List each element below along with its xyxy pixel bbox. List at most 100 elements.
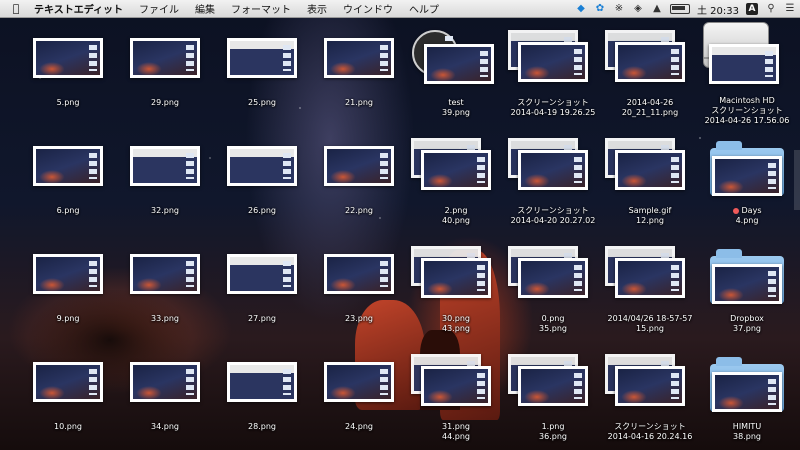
twitter-icon[interactable]: ✿ [594,3,606,15]
desktop-file-icon[interactable]: 2014-04-26 20_21_11.png [602,30,698,122]
image-preview-icon [421,150,491,190]
desktop-file-name: 9.png [56,314,80,323]
menu-file[interactable]: ファイル [139,1,179,16]
volume-icon[interactable]: ▲ [651,3,663,15]
desktop-file-icon[interactable]: HIMITU 38.png [699,354,795,446]
desktop-file-icon[interactable]: 1.png 36.png [505,354,601,446]
desktop-file-icon[interactable]: 28.png [214,354,310,446]
desktop-file-name: 2014-04-26 [626,98,674,107]
menu-help[interactable]: ヘルプ [409,1,439,16]
desktop-file-name: 6.png [56,206,80,215]
desktop-file-sublabel: 36.png [539,432,567,441]
desktop-file-sublabel: 2014-04-19 19.26.25 [510,108,596,117]
spotlight-icon[interactable]: ⚲ [765,3,777,15]
desktop-file-label: 9.png [20,314,116,324]
desktop-file-icon[interactable]: 27.png [214,246,310,338]
menu-app-name[interactable]: テキストエディット [34,1,123,16]
desktop-file-name: 33.png [151,314,179,323]
image-preview-icon [130,38,200,78]
image-preview-icon [712,372,782,412]
desktop-file-icon[interactable]: Macintosh HD スクリーンショット 2014-04-26 17.56.06 [699,22,795,125]
desktop-file-label: Sample.gif [602,206,698,216]
desktop-file-icon[interactable]: 0.png 35.png [505,246,601,338]
desktop-file-label: 25.png [214,98,310,108]
image-preview-icon [324,362,394,402]
desktop-file-name: 2014/04/26 18-57-57 [607,314,693,323]
image-preview-icon [421,258,491,298]
menu-clock[interactable]: 土 20:33 [697,2,739,17]
desktop-file-sublabel: 39.png [442,108,470,117]
desktop-file-name: 2.png [444,206,468,215]
menu-format[interactable]: フォーマット [231,1,291,16]
desktop-file-name: Sample.gif [628,206,672,215]
desktop-file-icon[interactable]: 23.png [311,246,407,338]
menu-window[interactable]: ウインドウ [343,1,393,16]
desktop-file-icon[interactable]: 24.png [311,354,407,446]
desktop-file-sublabel: 15.png [636,324,664,333]
desktop-file-label: Dropbox [699,314,795,324]
desktop-file-label: 2.png [408,206,504,216]
desktop-file-icon[interactable]: 6.png [20,138,116,230]
desktop-file-name: Dropbox [730,314,764,323]
desktop-file-name: 10.png [54,422,82,431]
menu-view[interactable]: 表示 [307,1,327,16]
desktop-file-label: 29.png [117,98,213,108]
desktop-file-sublabel: 4.png [735,216,759,225]
image-preview-icon [227,146,297,186]
desktop-file-sublabel: 38.png [733,432,761,441]
input-source-icon[interactable]: A [746,3,758,15]
desktop-file-name: 23.png [345,314,373,323]
desktop-file-sublabel: 37.png [733,324,761,333]
image-preview-icon [712,264,782,304]
desktop-file-sublabel: 43.png [442,324,470,333]
desktop-file-label: 6.png [20,206,116,216]
bluetooth-icon[interactable]: ※ [613,3,625,15]
red-tag-icon [732,207,739,214]
desktop-file-icon[interactable]: 10.png [20,354,116,446]
desktop-file-label: 30.png [408,314,504,324]
image-preview-icon [130,254,200,294]
desktop-file-icon[interactable]: 32.png [117,138,213,230]
wifi-icon[interactable]: ◈ [632,3,644,15]
desktop-file-icon[interactable]: スクリーンショット 2014-04-19 19.26.25 [505,30,601,122]
desktop-file-sublabel: スクリーンショット [711,106,783,115]
image-preview-icon [709,44,779,84]
desktop-file-icon[interactable]: Sample.gif 12.png [602,138,698,230]
desktop-file-name: 29.png [151,98,179,107]
desktop-file-icon[interactable]: 2.png 40.png [408,138,504,230]
image-preview-icon [227,254,297,294]
dropbox-icon[interactable]: ◆ [575,3,587,15]
desktop-file-icon[interactable]: スクリーンショット 2014-04-16 20.24.16 [602,354,698,446]
desktop-file-label: スクリーンショット [505,206,601,216]
desktop-file-icon[interactable]: 33.png [117,246,213,338]
desktop-file-icon[interactable]: 31.png 44.png [408,354,504,446]
desktop-file-icon[interactable]: 5.png [20,30,116,122]
image-preview-icon [615,42,685,82]
desktop-file-name: 0.png [541,314,565,323]
desktop-file-icon[interactable]: 30.png 43.png [408,246,504,338]
desktop-file-icon[interactable]: Dropbox 37.png [699,246,795,338]
battery-icon[interactable] [670,4,690,14]
desktop-file-icon[interactable]: 2014/04/26 18-57-57 15.png [602,246,698,338]
desktop-file-icon[interactable]: 26.png [214,138,310,230]
apple-menu-icon[interactable]:  [8,2,24,15]
image-preview-icon [518,42,588,82]
desktop-file-name: スクリーンショット [614,422,686,431]
desktop-file-icon[interactable]: Days 4.png [699,138,795,230]
desktop-file-name: test [448,98,464,107]
desktop-file-icon[interactable]: 21.png [311,30,407,122]
desktop-file-icon[interactable]: 29.png [117,30,213,122]
image-preview-icon [33,38,103,78]
desktop-file-icon[interactable]: 22.png [311,138,407,230]
desktop-file-name: 31.png [442,422,470,431]
desktop-file-icon[interactable]: 34.png [117,354,213,446]
desktop-file-icon[interactable]: スクリーンショット 2014-04-20 20.27.02 [505,138,601,230]
desktop-file-label: 26.png [214,206,310,216]
menu-edit[interactable]: 編集 [195,1,215,16]
desktop-file-icon[interactable]: 25.png [214,30,310,122]
image-preview-icon [421,366,491,406]
desktop-file-label: 0.png [505,314,601,324]
desktop-file-icon[interactable]: test 39.png [408,30,504,122]
notification-center-icon[interactable]: ☰ [784,3,796,15]
desktop-file-icon[interactable]: 9.png [20,246,116,338]
